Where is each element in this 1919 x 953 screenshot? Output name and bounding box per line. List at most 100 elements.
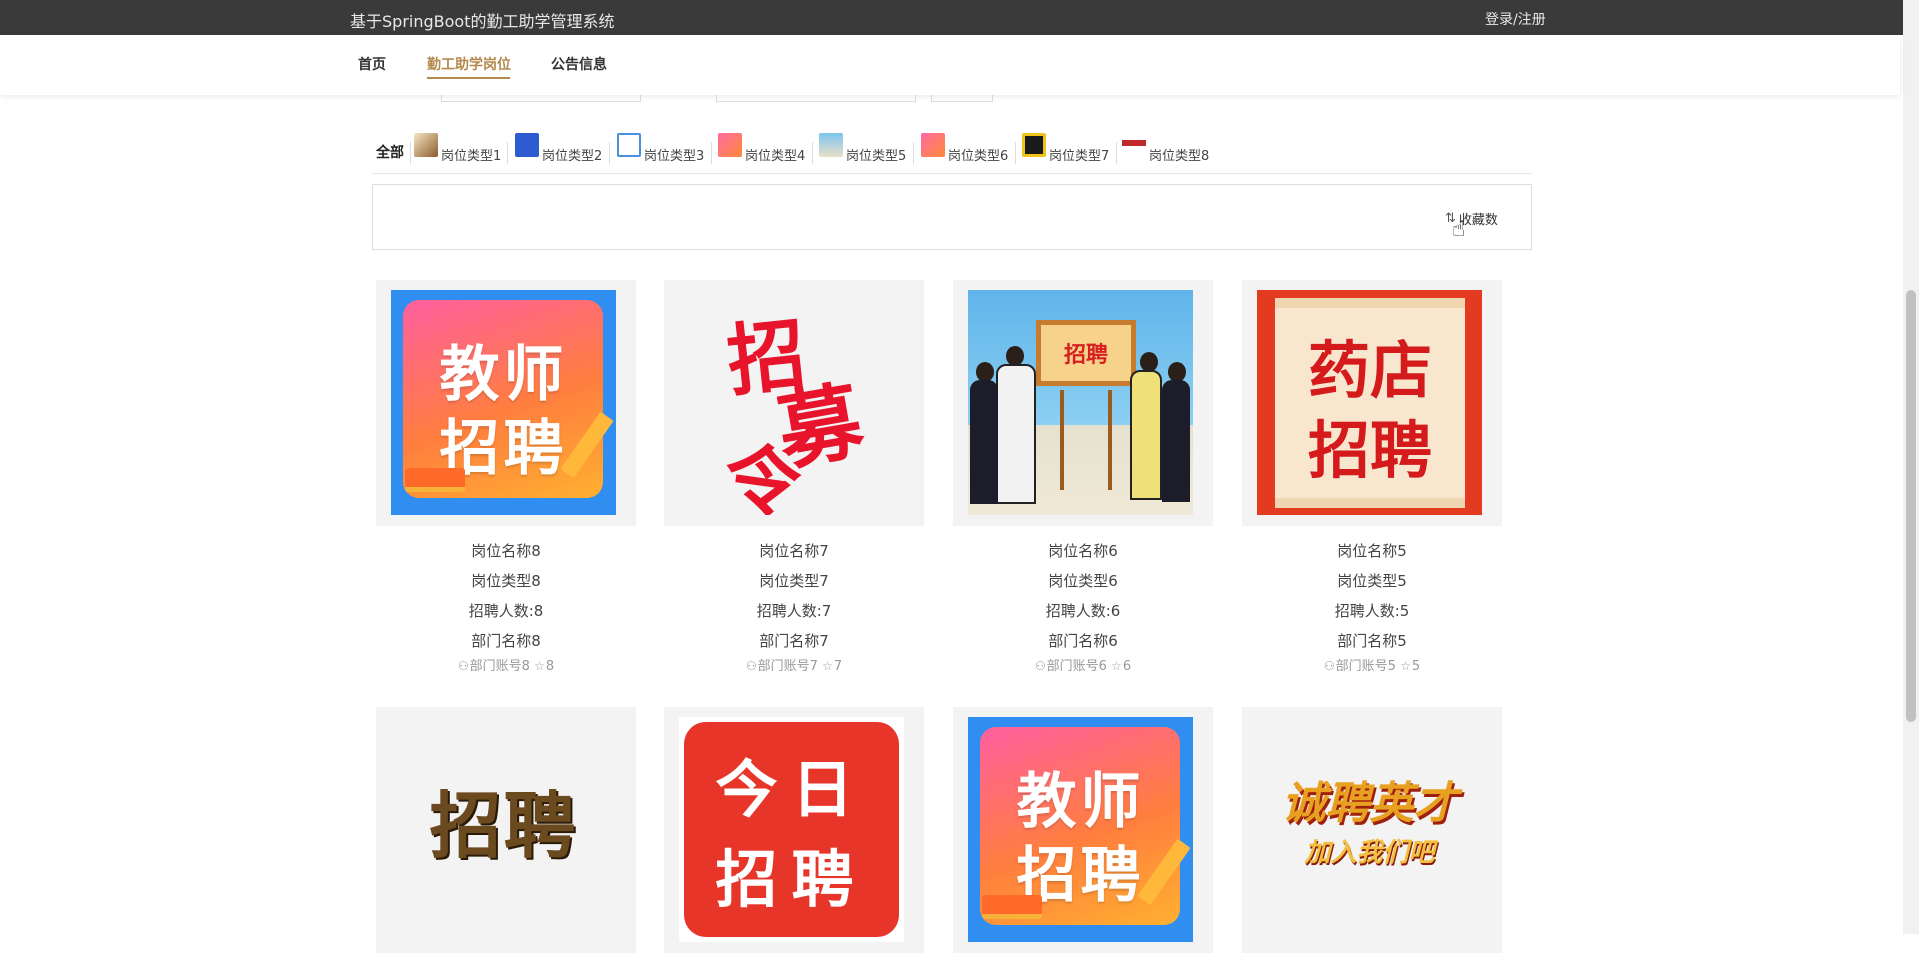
poster-text: 诚聘英才	[1281, 778, 1458, 829]
filter-category-6[interactable]: 岗位类型6	[921, 133, 1009, 165]
scrollbar-thumb[interactable]	[1906, 290, 1916, 722]
favorites-count: 8	[545, 659, 555, 674]
job-headcount: 招聘人数:8	[468, 602, 544, 620]
job-headcount: 招聘人数:6	[1045, 602, 1121, 620]
login-register-link[interactable]: 登录/注册	[1485, 9, 1546, 29]
nav-item-jobs[interactable]: 勤工助学岗位	[427, 54, 511, 74]
pharmacy-recruit-poster-image: 药店 招聘	[1257, 290, 1482, 515]
poster-text: 药店	[1307, 334, 1432, 407]
department-account: 部门账号8	[469, 659, 530, 674]
filter-category-8[interactable]: 岗位类型8	[1122, 133, 1210, 165]
filter-category-label: 岗位类型4	[745, 149, 806, 164]
filter-category-label: 岗位类型7	[1049, 149, 1110, 164]
job-headcount: 招聘人数:7	[756, 602, 832, 620]
job-card[interactable]: 今日 招聘	[664, 707, 924, 953]
system-title: 基于SpringBoot的勤工助学管理系统	[350, 12, 615, 31]
nav-active-indicator	[427, 77, 510, 79]
department-account: 部门账号6	[1046, 659, 1107, 674]
job-thumbnail[interactable]: 教师 招聘	[376, 280, 636, 526]
job-name: 岗位名称7	[759, 542, 829, 560]
job-type: 岗位类型7	[759, 572, 829, 590]
today-recruit-badge-image: 今日 招聘	[679, 717, 904, 942]
job-thumbnail[interactable]: 诚聘英才 加入我们吧	[1242, 707, 1502, 953]
zhaomuling-calligraphy-image: 招 募 令	[679, 290, 904, 515]
filter-category-4[interactable]: 岗位类型4	[718, 133, 806, 165]
job-card[interactable]: 招聘	[376, 707, 636, 953]
top-bar: 基于SpringBoot的勤工助学管理系统 登录/注册	[0, 0, 1919, 35]
job-name: 岗位名称5	[1337, 542, 1407, 560]
calligraphy-char: 令	[718, 432, 806, 515]
job-card[interactable]: 诚聘英才 加入我们吧	[1242, 707, 1502, 953]
category-thumb-8-icon	[1122, 133, 1146, 157]
category-thumb-5-icon	[819, 133, 843, 157]
star-icon: ☆	[822, 659, 833, 673]
job-name: 岗位名称8	[471, 542, 541, 560]
divider	[711, 142, 712, 164]
star-icon: ☆	[534, 659, 545, 673]
easel-text: 招聘	[1063, 343, 1108, 368]
star-icon: ☆	[1400, 659, 1411, 673]
category-thumb-7-icon	[1022, 133, 1046, 157]
job-thumbnail[interactable]: 教师 招聘	[953, 707, 1213, 953]
job-meta: ⚇部门账号7 ☆7	[664, 656, 924, 676]
department-name: 部门名称8	[471, 632, 541, 650]
nav-item-home[interactable]: 首页	[358, 54, 386, 74]
divider	[812, 142, 813, 164]
divider	[507, 142, 508, 164]
filter-category-label: 岗位类型2	[542, 149, 603, 164]
job-thumbnail[interactable]: 招 募 令	[664, 280, 924, 526]
sort-bar	[372, 184, 1532, 250]
job-meta: ⚇部门账号6 ☆6	[953, 656, 1213, 676]
filter-category-3[interactable]: 岗位类型3	[617, 133, 704, 165]
poster-text: 招聘	[429, 784, 578, 868]
job-card[interactable]: 教师 招聘	[953, 707, 1213, 953]
job-meta: ⚇部门账号8 ☆8	[376, 656, 636, 676]
job-type: 岗位类型8	[471, 572, 541, 590]
job-thumbnail[interactable]: 药店 招聘	[1242, 280, 1502, 526]
department-account: 部门账号7	[757, 659, 818, 674]
hand-cursor-icon: ☝	[1452, 217, 1466, 242]
teacher-recruit-poster-image: 教师 招聘	[391, 290, 616, 515]
filter-category-label: 岗位类型6	[948, 149, 1009, 164]
favorites-count: 6	[1122, 659, 1132, 674]
filter-all[interactable]: 全部	[376, 142, 404, 162]
user-icon: ⚇	[745, 659, 757, 673]
job-meta: ⚇部门账号5 ☆5	[1242, 656, 1502, 676]
job-headcount: 招聘人数:5	[1334, 602, 1410, 620]
job-card[interactable]: 招 募 令 岗位名称7 岗位类型7 招聘人数:7 部门名称7 ⚇部门账号7 ☆7	[664, 280, 924, 676]
department-name: 部门名称6	[1048, 632, 1118, 650]
poster-text: 今日	[715, 753, 868, 826]
favorites-count: 7	[833, 659, 843, 674]
filter-category-label: 岗位类型5	[846, 149, 907, 164]
star-icon: ☆	[1111, 659, 1122, 673]
category-thumb-1-icon	[414, 133, 438, 157]
job-card[interactable]: 招聘 岗位名称6 岗位类型6 招聘人数:6 部门名称6 ⚇部门账号6 ☆6	[953, 280, 1213, 676]
gold-recruit-text-image: 招聘	[391, 717, 616, 942]
divider	[1015, 142, 1016, 164]
filter-category-label: 岗位类型8	[1149, 149, 1210, 164]
category-thumb-4-icon	[718, 133, 742, 157]
job-card[interactable]: 药店 招聘 岗位名称5 岗位类型5 招聘人数:5 部门名称5 ⚇部门账号5 ☆5	[1242, 280, 1502, 676]
job-thumbnail[interactable]: 招聘	[953, 280, 1213, 526]
nav-item-notices[interactable]: 公告信息	[551, 54, 607, 74]
job-type: 岗位类型6	[1048, 572, 1118, 590]
teacher-recruit-poster-image: 教师 招聘	[968, 717, 1193, 942]
recruit-easel-scene-image: 招聘	[968, 290, 1193, 515]
filter-category-1[interactable]: 岗位类型1	[414, 133, 501, 165]
category-thumb-3-icon	[617, 133, 641, 157]
favorites-count: 5	[1411, 659, 1421, 674]
filter-category-2[interactable]: 岗位类型2	[515, 133, 603, 165]
category-thumb-2-icon	[515, 133, 539, 157]
job-thumbnail[interactable]: 招聘	[376, 707, 636, 953]
filter-category-7[interactable]: 岗位类型7	[1022, 133, 1110, 165]
job-card[interactable]: 教师 招聘 岗位名称8 岗位类型8 招聘人数:8 部门名称8 ⚇部门账号8 ☆8	[376, 280, 636, 676]
user-icon: ⚇	[1323, 659, 1335, 673]
user-icon: ⚇	[457, 659, 469, 673]
divider	[609, 142, 610, 164]
department-name: 部门名称5	[1337, 632, 1407, 650]
elite-recruit-banner-image: 诚聘英才 加入我们吧	[1257, 717, 1482, 942]
job-thumbnail[interactable]: 今日 招聘	[664, 707, 924, 953]
category-filter: 全部 岗位类型1 岗位类型2 岗位类型3 岗位类型4 岗位类型5 岗位类型6 岗…	[372, 132, 1532, 174]
filter-category-5[interactable]: 岗位类型5	[819, 133, 907, 165]
main-nav: 首页 勤工助学岗位 公告信息	[0, 35, 1900, 95]
